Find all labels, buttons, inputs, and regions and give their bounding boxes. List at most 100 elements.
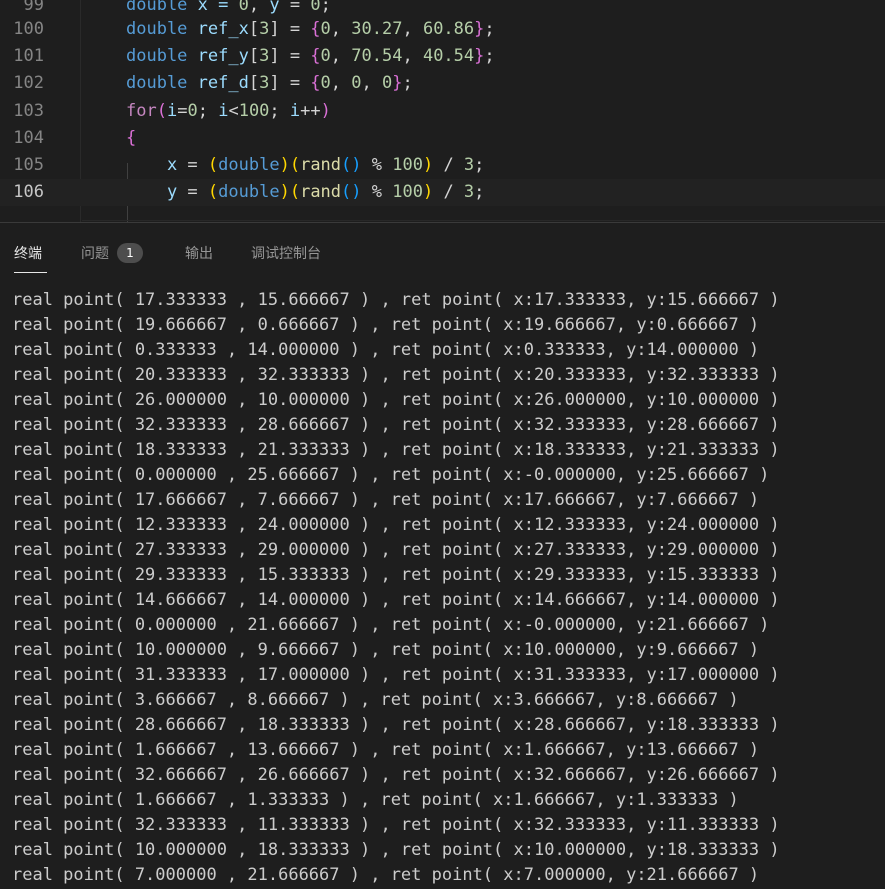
code-token: ; xyxy=(474,182,485,203)
terminal-line: real point( 31.333333 , 17.000000 ) , re… xyxy=(12,665,780,685)
code-text: { xyxy=(126,128,136,148)
code-token: y xyxy=(269,0,280,15)
code-token: 3 xyxy=(259,73,270,94)
code-token: double xyxy=(126,18,188,39)
code-token: ( xyxy=(289,182,301,203)
terminal-line: real point( 0.000000 , 21.666667 ) , ret… xyxy=(12,615,770,635)
code-token: rand xyxy=(300,182,342,203)
code-token: = xyxy=(177,182,208,203)
terminal-line: real point( 7.000000 , 21.666667 ) , ret… xyxy=(12,865,760,885)
code-editor[interactable]: 99 double x = 0, y = 0; 100 double ref_x[3]… xyxy=(0,0,885,222)
code-token: double xyxy=(126,0,188,15)
code-line[interactable]: 105 x = (double)(rand() % 100) / 3; xyxy=(0,151,885,178)
code-token: double xyxy=(126,73,188,94)
code-token: } xyxy=(474,18,485,39)
code-token: 0 xyxy=(187,100,198,121)
line-number: 106 xyxy=(13,182,44,203)
terminal-line: real point( 32.333333 , 11.333333 ) , re… xyxy=(12,815,780,835)
terminal-line: real point( 10.000000 , 18.333333 ) , re… xyxy=(12,840,780,860)
code-token: 0 xyxy=(238,0,249,15)
code-token: double xyxy=(126,45,188,66)
terminal-line: real point( 27.333333 , 29.000000 ) , re… xyxy=(12,540,780,560)
line-number: 99 xyxy=(23,0,44,15)
terminal-line: real point( 32.333333 , 28.666667 ) , re… xyxy=(12,415,780,435)
terminal-line: real point( 1.666667 , 1.333333 ) , ret … xyxy=(12,790,739,810)
code-token: 3 xyxy=(463,155,475,176)
code-text: double x = 0, y = 0; xyxy=(126,0,331,15)
code-token: ; xyxy=(484,18,495,39)
code-text: x = (double)(rand() % 100) / 3; xyxy=(126,155,484,175)
terminal-output[interactable]: real point( 17.333333 , 15.666667 ) , re… xyxy=(12,288,882,888)
code-token: i xyxy=(289,100,301,121)
code-token: y xyxy=(126,182,178,203)
terminal-line: real point( 0.333333 , 14.000000 ) , ret… xyxy=(12,340,760,360)
code-token: 100 xyxy=(392,155,423,176)
code-token: 3 xyxy=(463,182,475,203)
code-token: ( xyxy=(289,155,301,176)
code-line[interactable]: 104 { xyxy=(0,124,885,151)
terminal-line: real point( 32.666667 , 26.666667 ) , re… xyxy=(12,765,780,785)
terminal-line: real point( 10.000000 , 9.666667 ) , ret… xyxy=(12,640,760,660)
line-number: 103 xyxy=(13,100,44,121)
code-token: ; xyxy=(197,100,219,121)
tab-debug-console[interactable]: 调试控制台 xyxy=(251,243,321,263)
code-token: , xyxy=(361,73,383,94)
code-token: () xyxy=(341,182,362,203)
code-token: ) xyxy=(279,182,290,203)
code-token: ] = xyxy=(269,73,311,94)
code-token: ( xyxy=(156,100,167,121)
code-token: , xyxy=(402,18,423,39)
code-token: , xyxy=(330,45,352,66)
active-tab-indicator xyxy=(14,272,47,273)
code-line[interactable]: 101 double ref_y[3] = {0, 70.54, 40.54}; xyxy=(0,42,885,69)
code-token: { xyxy=(310,45,321,66)
code-token: () xyxy=(341,155,362,176)
code-token: double xyxy=(218,155,280,176)
code-token: ref_d xyxy=(187,73,249,94)
code-token: [ xyxy=(248,73,260,94)
code-token: i xyxy=(166,100,178,121)
code-token: x = xyxy=(187,0,239,15)
tab-problems-label: 问题 xyxy=(81,246,109,262)
code-token: ; xyxy=(320,0,331,15)
terminal-line: real point( 17.333333 , 15.666667 ) , re… xyxy=(12,290,780,310)
line-number: 102 xyxy=(13,73,44,94)
tab-output[interactable]: 输出 xyxy=(185,243,213,263)
code-token: , xyxy=(402,45,423,66)
terminal-line: real point( 17.666667 , 7.666667 ) , ret… xyxy=(12,490,760,510)
code-token: % xyxy=(361,182,393,203)
code-token: < xyxy=(228,100,239,121)
code-token: ( xyxy=(207,182,219,203)
terminal-line: real point( 12.333333 , 24.000000 ) , re… xyxy=(12,515,780,535)
code-token: ; xyxy=(269,100,290,121)
code-token: x xyxy=(126,155,178,176)
code-line[interactable]: 106 y = (double)(rand() % 100) / 3; xyxy=(0,178,885,207)
editor-lines: 99 double x = 0, y = 0; 100 double ref_x[3]… xyxy=(0,0,885,207)
code-line[interactable]: 100 double ref_x[3] = {0, 30.27, 60.86}; xyxy=(0,15,885,42)
tab-terminal-label: 终端 xyxy=(14,246,42,262)
tab-terminal[interactable]: 终端 xyxy=(14,243,42,263)
code-token: ) xyxy=(279,155,290,176)
terminal-line: real point( 20.333333 , 32.333333 ) , re… xyxy=(12,365,780,385)
line-number: 105 xyxy=(13,155,44,176)
code-token: ) xyxy=(320,100,331,121)
code-token: { xyxy=(310,18,321,39)
code-token: 3 xyxy=(259,45,270,66)
code-token: 3 xyxy=(259,18,270,39)
tab-problems[interactable]: 问题 1 xyxy=(81,243,143,263)
terminal-line: real point( 18.333333 , 21.333333 ) , re… xyxy=(12,440,780,460)
code-token: 70.54 xyxy=(351,45,403,66)
code-token: ; xyxy=(474,155,485,176)
code-line[interactable]: 99 double x = 0, y = 0; xyxy=(0,0,885,15)
code-token: % xyxy=(361,155,393,176)
code-token: = xyxy=(279,0,311,15)
code-token: , xyxy=(248,0,270,15)
code-token: ) xyxy=(422,155,434,176)
code-line[interactable]: 103 for(i=0; i<100; i++) xyxy=(0,97,885,124)
code-token: } xyxy=(474,45,485,66)
code-token: 100 xyxy=(238,100,270,121)
code-token: ref_y xyxy=(187,45,249,66)
code-line[interactable]: 102 double ref_d[3] = {0, 0, 0}; xyxy=(0,70,885,97)
panel-tabs: 终端 问题 1 输出 调试控制台 xyxy=(0,223,885,279)
code-text: for(i=0; i<100; i++) xyxy=(126,101,331,121)
